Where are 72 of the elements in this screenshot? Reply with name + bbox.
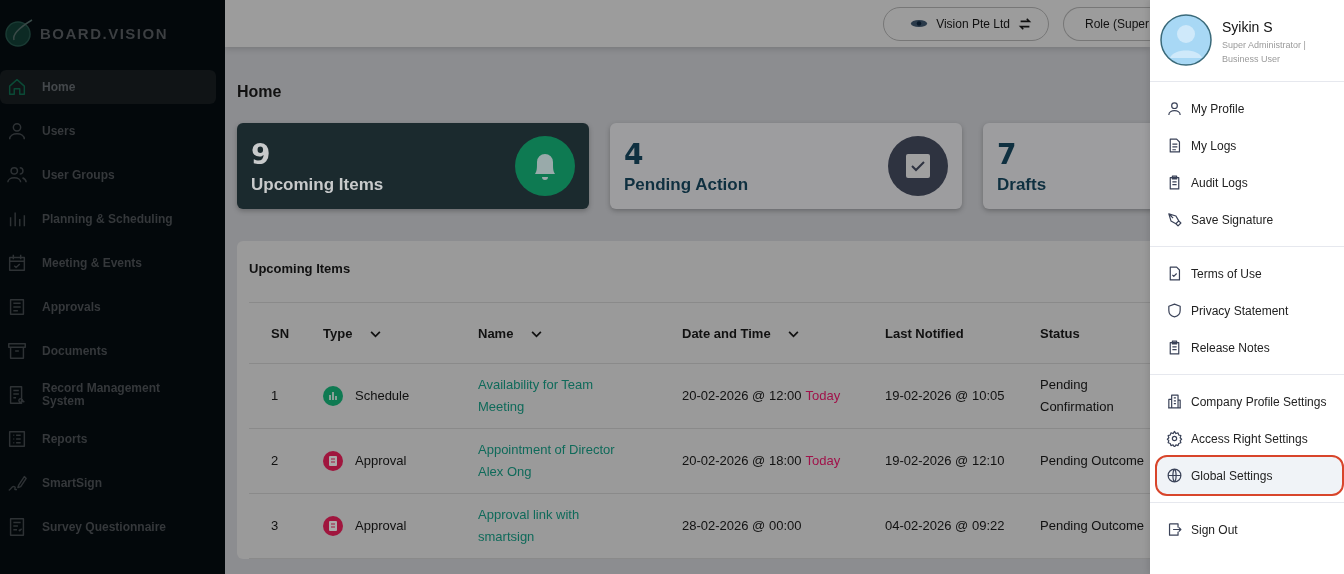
table-cell: Pending Confirmation (1040, 377, 1114, 414)
checkbox-icon (888, 136, 948, 196)
menu-item[interactable]: My Profile (1157, 90, 1342, 127)
menu-item[interactable]: Privacy Statement (1157, 292, 1342, 329)
nav-icon (6, 428, 28, 450)
person-icon (1166, 100, 1183, 117)
table-cell: 19-02-2026 @ 12:10 (885, 453, 1005, 468)
signout-icon (1166, 521, 1183, 538)
table-cell: 2 (271, 453, 279, 468)
menu-item[interactable]: Company Profile Settings (1157, 383, 1342, 420)
table-cell-text: Schedule (355, 387, 410, 405)
card-label: Pending Action (624, 174, 749, 195)
page-title: Home (237, 83, 283, 101)
nav-icon (6, 340, 28, 362)
menu-item[interactable]: My Logs (1157, 127, 1342, 164)
chevron-down-icon (531, 330, 543, 338)
menu-item[interactable]: Access Right Settings (1157, 420, 1342, 457)
card-count: 7 (997, 137, 1018, 171)
menu-item[interactable]: Audit Logs (1157, 164, 1342, 201)
globe-icon (1166, 467, 1183, 484)
card-count: 4 (624, 137, 645, 171)
nav-icon (6, 252, 28, 274)
menu-item[interactable]: Release Notes (1157, 329, 1342, 366)
table-cell-text: Approval (355, 517, 407, 535)
summary-card[interactable]: 7 Drafts (983, 123, 1150, 209)
bell-icon (515, 136, 575, 196)
table-cell: 3 (271, 518, 279, 533)
user-name: Syikin S (1222, 19, 1274, 35)
eye-icon (910, 18, 929, 29)
gear-icon (1166, 430, 1183, 447)
table-cell: 1 (271, 388, 279, 403)
avatar (1160, 14, 1212, 66)
column-header[interactable]: Type (322, 303, 477, 364)
table-cell: 20-02-2026 @ 18:00 (682, 453, 802, 468)
user-role: Super Administrator | Business User (1222, 39, 1307, 66)
table-cell: 19-02-2026 @ 10:05 (885, 388, 1005, 403)
shield-icon (1166, 302, 1183, 319)
menu-item[interactable]: Terms of Use (1157, 255, 1342, 292)
column-header: Last Notified (884, 303, 1039, 364)
table-cell: 28-02-2026 @ 00:00 (682, 518, 802, 533)
column-header: SN (249, 303, 322, 364)
column-header[interactable]: Name (477, 303, 681, 364)
chart-icon (323, 386, 343, 406)
nav-icon (6, 76, 28, 98)
chevron-down-icon (788, 330, 800, 338)
menu-item[interactable]: Global Settings (1157, 457, 1342, 494)
document-icon (323, 516, 343, 536)
pen-icon (1166, 211, 1183, 228)
summary-card[interactable]: 4 Pending Action (610, 123, 962, 209)
logo-text: BOARD.VISION (40, 24, 168, 42)
building-icon (1166, 393, 1183, 410)
today-tag: Today (805, 388, 841, 403)
table-cell: 04-02-2026 @ 09:22 (885, 518, 1005, 533)
menu-item[interactable]: Sign Out (1157, 511, 1342, 548)
today-tag: Today (805, 453, 841, 468)
column-header[interactable]: Date and Time (681, 303, 884, 364)
role-button[interactable]: Role (Super (1062, 6, 1150, 41)
company-switch-button[interactable]: Vision Pte Ltd (883, 6, 1049, 41)
card-label: Drafts (997, 174, 1047, 195)
swap-icon (1017, 16, 1032, 31)
card-label: Upcoming Items (251, 174, 384, 195)
nav-icon (6, 120, 28, 142)
logo-icon (4, 18, 34, 48)
document-icon (323, 451, 343, 471)
card-count: 9 (251, 137, 272, 171)
menu-item[interactable]: Save Signature (1157, 201, 1342, 238)
table-cell: Pending Outcome (1040, 453, 1145, 468)
table-cell-text: Approval (355, 452, 407, 470)
chevron-down-icon (370, 330, 381, 338)
table-cell: 20-02-2026 @ 12:00 (682, 388, 802, 403)
summary-card[interactable]: 9 Upcoming Items (237, 123, 589, 209)
table-cell: Pending Outcome (1040, 518, 1145, 533)
